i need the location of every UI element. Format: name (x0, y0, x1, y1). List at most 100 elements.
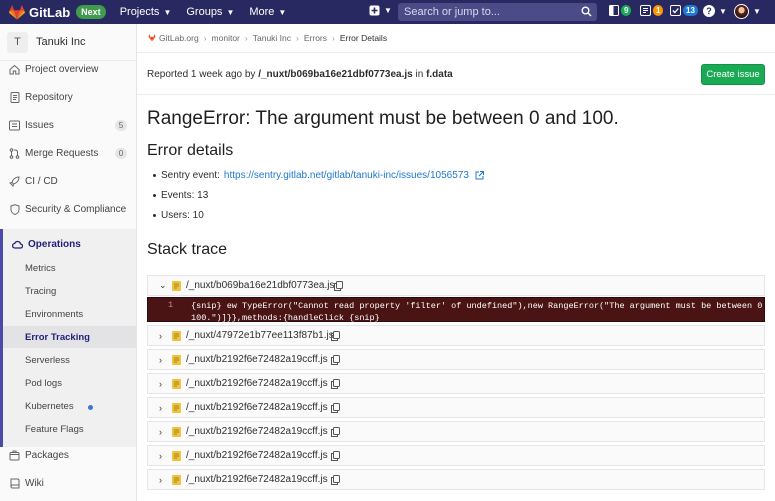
stack-frame[interactable]: › /_nuxt/b2192f6e72482a19ccff.js (147, 469, 765, 490)
chevron-right-icon[interactable]: › (159, 355, 162, 365)
frame-filename: /_nuxt/b2192f6e72482a19ccff.js (186, 402, 328, 413)
breadcrumb-errors[interactable]: Errors (304, 33, 327, 43)
breadcrumb-separator: › (296, 33, 299, 43)
book-icon (9, 478, 20, 489)
plus-square-icon (369, 5, 380, 16)
frame-filename: /_nuxt/b069ba16e21dbf0773ea.js (186, 280, 335, 291)
breadcrumb-tanuki-inc[interactable]: Tanuki Inc (253, 33, 291, 43)
copy-icon[interactable] (331, 355, 340, 365)
more-menu[interactable]: More ▼ (249, 6, 286, 18)
package-icon (9, 450, 20, 461)
chevron-right-icon[interactable]: › (159, 427, 162, 437)
nav-menu: Projects ▼ Groups ▼ More ▼ (120, 6, 302, 18)
chevron-down-icon: ▼ (163, 7, 172, 17)
chevron-down-icon: ▼ (384, 6, 392, 15)
events-item: Events: 13 (161, 190, 209, 201)
new-feature-dot (88, 405, 93, 410)
sidebar-subitem-serverless[interactable]: Serverless (25, 355, 70, 366)
chevron-down-icon[interactable]: ⌄ (159, 280, 167, 291)
frame-filename: /_nuxt/b2192f6e72482a19ccff.js (186, 474, 328, 485)
rocket-icon (9, 175, 20, 187)
stack-frame[interactable]: ⌄ /_nuxt/b069ba16e21dbf0773ea.js (147, 275, 765, 296)
external-link-icon[interactable] (475, 171, 484, 180)
stack-frame[interactable]: › /_nuxt/b2192f6e72482a19ccff.js (147, 421, 765, 442)
stack-frame[interactable]: › /_nuxt/b2192f6e72482a19ccff.js (147, 445, 765, 466)
help-dropdown[interactable]: ? ▼ (703, 5, 727, 17)
gitlab-logo-icon (9, 4, 25, 19)
js-file-icon (172, 475, 181, 485)
issues-count: 5 (115, 119, 127, 131)
main-content: GitLab.org › monitor › Tanuki Inc › Erro… (137, 24, 775, 501)
breadcrumb-separator: › (244, 33, 248, 43)
sidebar-subitem-pod-logs[interactable]: Pod logs (25, 378, 62, 389)
mr-count-badge: 9 (621, 5, 632, 16)
breadcrumb: GitLab.org › monitor › Tanuki Inc › Erro… (148, 33, 387, 43)
breadcrumb-monitor[interactable]: monitor (212, 33, 240, 43)
copy-icon[interactable] (331, 427, 340, 437)
projects-menu[interactable]: Projects ▼ (120, 6, 172, 18)
copy-icon[interactable] (334, 281, 343, 291)
next-badge: Next (76, 5, 106, 19)
issues-icon (640, 5, 651, 16)
stack-frame[interactable]: › /_nuxt/b2192f6e72482a19ccff.js (147, 349, 765, 370)
js-file-icon (172, 355, 181, 365)
doc-icon (9, 91, 20, 103)
brand[interactable]: GitLab Next (9, 4, 106, 20)
bullet (153, 174, 156, 177)
copy-icon[interactable] (331, 403, 340, 413)
line-number: 1 (168, 300, 174, 310)
reported-line: Reported 1 week ago by /_nuxt/b069ba16e2… (147, 69, 453, 80)
bullet (153, 214, 156, 217)
sidebar-subitem-metrics[interactable]: Metrics (25, 263, 56, 274)
error-details-heading: Error details (147, 142, 234, 159)
js-file-icon (172, 379, 181, 389)
copy-icon[interactable] (331, 475, 340, 485)
help-icon: ? (703, 5, 715, 17)
stack-frame[interactable]: › /_nuxt/47972e1b77ee113f87b1.js (147, 325, 765, 346)
copy-icon[interactable] (331, 331, 340, 341)
sentry-event-item: Sentry event: https://sentry.gitlab.net/… (161, 170, 484, 181)
stack-frame[interactable]: › /_nuxt/b2192f6e72482a19ccff.js (147, 373, 765, 394)
chevron-right-icon[interactable]: › (159, 475, 162, 485)
chevron-down-icon: ▼ (719, 6, 727, 16)
create-issue-button[interactable]: Create issue (701, 64, 765, 85)
chevron-down-icon: ▼ (278, 7, 287, 17)
chevron-right-icon[interactable]: › (159, 331, 162, 341)
sidebar-subitem-environments[interactable]: Environments (25, 309, 83, 320)
stack-frame[interactable]: › /_nuxt/b2192f6e72482a19ccff.js (147, 397, 765, 418)
issues-counter[interactable]: 1 (640, 5, 664, 16)
sidebar-subitem-kubernetes[interactable]: Kubernetes (25, 401, 74, 412)
user-avatar (734, 4, 749, 19)
user-menu[interactable]: ▼ (734, 4, 761, 19)
sidebar-subitem-tracing[interactable]: Tracing (25, 286, 56, 297)
top-navbar: GitLab Next Projects▼ Groups▼ More▼ ▼ 9 … (0, 0, 775, 24)
sentry-event-link[interactable]: https://sentry.gitlab.net/gitlab/tanuki-… (224, 170, 469, 181)
chevron-down-icon: ▼ (753, 7, 761, 16)
merge-requests-counter[interactable]: 9 (609, 5, 632, 16)
bullet (153, 194, 156, 197)
reported-file: /_nuxt/b069ba16e21dbf0773ea.js (258, 69, 413, 80)
chevron-right-icon[interactable]: › (159, 451, 162, 461)
copy-icon[interactable] (331, 451, 340, 461)
search-input[interactable] (404, 6, 574, 18)
new-dropdown-button[interactable]: ▼ (369, 5, 392, 16)
breadcrumb-separator: › (332, 33, 335, 43)
sidebar-project[interactable]: T Tanuki Inc (0, 24, 136, 61)
todos-counter[interactable]: 13 (670, 5, 698, 16)
chevron-right-icon[interactable]: › (159, 403, 162, 413)
sidebar-subitem-feature-flags[interactable]: Feature Flags (25, 424, 84, 435)
sidebar-item-operations[interactable]: Operations (12, 239, 81, 250)
chevron-right-icon[interactable]: › (159, 379, 162, 389)
issues-count-badge: 1 (653, 5, 664, 16)
svg-text:?: ? (706, 6, 712, 16)
sidebar: T Tanuki Inc Project overview Repository… (0, 24, 137, 501)
breadcrumb-separator: › (203, 33, 207, 43)
js-file-icon (172, 331, 181, 341)
groups-menu[interactable]: Groups ▼ (186, 6, 234, 18)
js-file-icon (172, 451, 181, 461)
breadcrumb-error-details[interactable]: Error Details (340, 33, 387, 43)
sidebar-subitem-error-tracking[interactable]: Error Tracking (25, 332, 90, 343)
copy-icon[interactable] (331, 379, 340, 389)
search-box (398, 3, 597, 21)
breadcrumb-gitlab-org[interactable]: GitLab.org (159, 33, 199, 43)
